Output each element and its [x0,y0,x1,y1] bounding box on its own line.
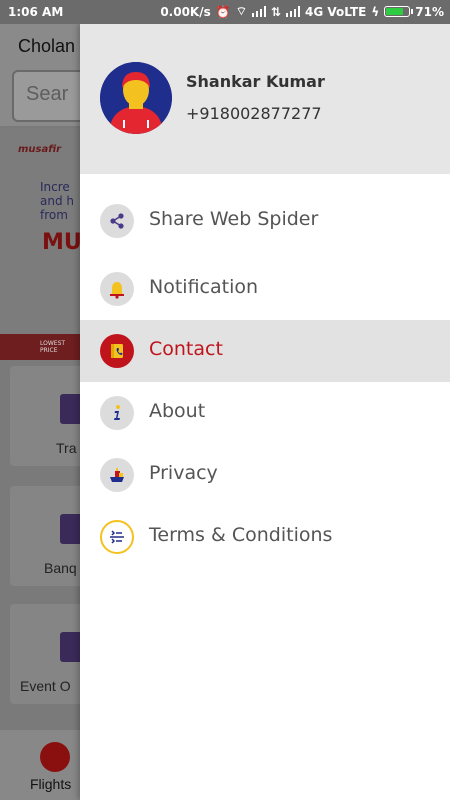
signal-icon [251,6,266,17]
user-avatar-icon [100,62,172,134]
menu-item-label: Share Web Spider [149,208,319,230]
signal-icon-2 [286,6,301,17]
bell-icon [100,272,134,306]
search-placeholder: Sear [26,83,69,105]
app-title: Cholan [18,36,76,56]
bottom-tab-flights[interactable]: Flights [0,730,80,800]
drawer-header: Shankar Kumar +918002877277 [80,24,450,174]
info-icon [100,396,134,430]
strip-text: LOWEST PRICE [40,340,66,354]
banner-text: Incre and h from [40,180,74,222]
avatar[interactable] [100,62,172,134]
privacy-icon [100,458,134,492]
status-time: 1:06 AM [8,5,64,19]
menu-item-share[interactable]: Share Web Spider [80,190,450,252]
user-phone: +918002877277 [186,104,322,123]
terms-icon [100,520,134,554]
user-name: Shankar Kumar [186,72,325,91]
navigation-drawer: Shankar Kumar +918002877277 Share Web Sp… [80,24,450,800]
network-speed: 0.00K/s [160,4,211,19]
menu-item-label: Terms & Conditions [149,524,333,546]
data-transfer-icon: ⇅ [270,4,282,19]
menu-item-about[interactable]: About [80,382,450,444]
menu-item-contact[interactable]: Contact [80,320,450,382]
category-card[interactable]: Tra [10,366,90,466]
menu-item-label: Notification [149,276,259,298]
banner-big-text: MU [42,230,82,255]
battery-icon [384,6,414,17]
wifi-icon: ⌔ [235,4,247,18]
card-label: Tra [56,440,77,456]
card-label: Event O [20,678,71,694]
network-type: 4G VoLTE [305,4,367,19]
category-card[interactable]: Banq [10,486,90,586]
plane-icon [40,742,70,772]
battery-percent: 71% [415,4,444,19]
menu-item-label: Privacy [149,462,218,484]
banner-logo: musafir [18,144,62,155]
share-icon [100,204,134,238]
card-label: Banq [44,560,77,576]
charging-icon: ϟ [371,4,380,19]
menu-item-label: About [149,400,206,422]
bottom-tab-label: Flights [30,776,72,792]
alarm-icon: ⏰ [215,4,231,19]
banner-strip: LOWEST PRICE [0,334,80,360]
menu-item-terms[interactable]: Terms & Conditions [80,506,450,568]
status-bar: 1:06 AM 0.00K/s ⏰ ⌔ ⇅ 4G VoLTE ϟ 71% [0,0,450,24]
menu-item-notification[interactable]: Notification [80,258,450,320]
phone-book-icon [100,334,134,368]
menu-item-privacy[interactable]: Privacy [80,444,450,506]
promo-banner[interactable]: musafir Incre and h from MU [0,128,82,348]
category-card[interactable]: Event O [10,604,90,704]
menu-item-label: Contact [149,338,223,360]
